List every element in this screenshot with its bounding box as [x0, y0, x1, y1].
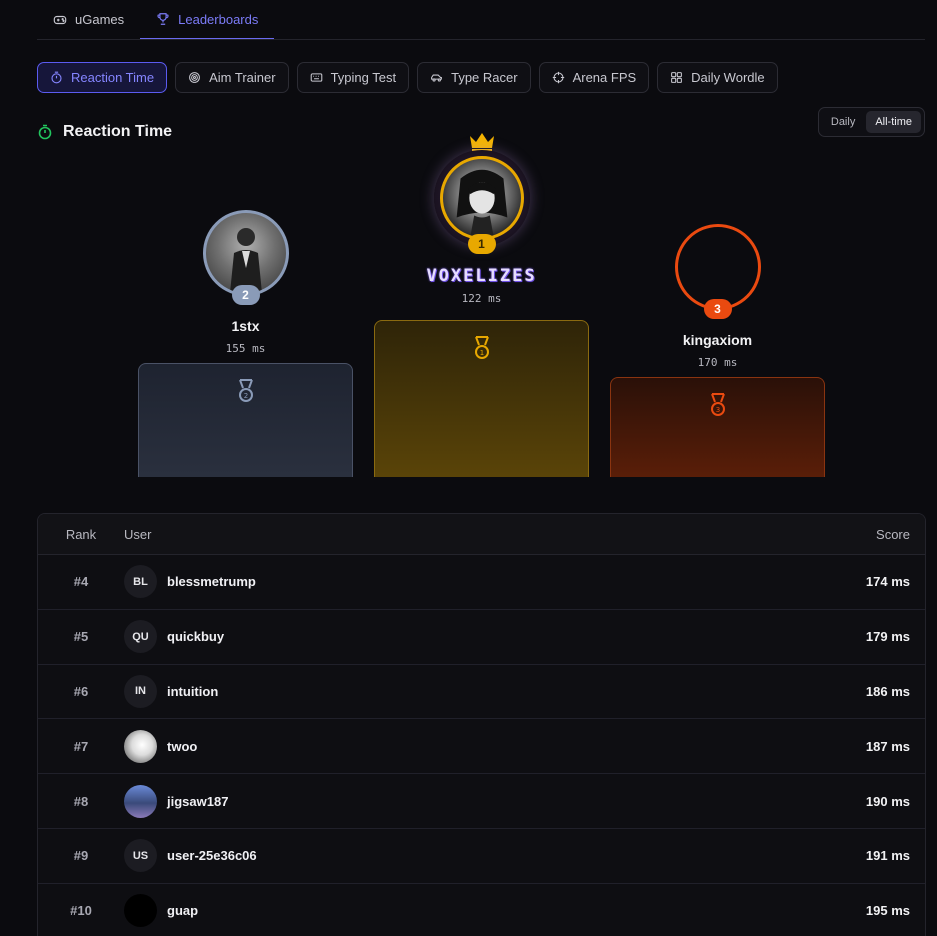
rank-badge: 2	[231, 285, 260, 305]
keyboard-icon	[310, 73, 322, 82]
avatar	[124, 729, 157, 763]
top-nav: uGames Leaderboards	[37, 0, 925, 40]
tab-label: Reaction Time	[71, 70, 155, 85]
tab-label: Arena FPS	[572, 70, 637, 85]
header-user: User	[124, 526, 152, 542]
nav-ugames-label: uGames	[75, 12, 125, 27]
podium-score: 122 ms	[461, 292, 502, 305]
tab-type-racer[interactable]: Type Racer	[417, 62, 531, 93]
avatar: BL	[124, 565, 157, 599]
nav-leaderboards[interactable]: Leaderboards	[140, 0, 275, 39]
podium-name[interactable]: kingaxiom	[610, 332, 825, 348]
svg-text:1: 1	[479, 349, 483, 357]
tab-label: Daily Wordle	[691, 70, 765, 85]
row-username[interactable]: twoo	[167, 739, 197, 754]
podium-block-second: 2	[138, 363, 353, 477]
podium-third: 3 kingaxiom 170 ms	[610, 224, 825, 369]
row-username[interactable]: quickbuy	[167, 629, 224, 644]
table-row[interactable]: #5 QU quickbuy 179 ms	[38, 610, 925, 665]
row-rank: #8	[73, 793, 89, 809]
tab-label: Type Racer	[451, 70, 518, 85]
avatar: IN	[124, 674, 157, 708]
podium-name[interactable]: VOXELIZES	[374, 266, 589, 286]
gamepad-icon	[53, 15, 67, 24]
crown-icon	[469, 133, 494, 152]
leaderboard-page: uGames Leaderboards Reaction Time Aim Tr…	[0, 0, 937, 936]
avatar	[124, 784, 157, 818]
car-icon	[431, 74, 442, 82]
avatar[interactable]: 3	[674, 224, 761, 319]
nav-ugames[interactable]: uGames	[37, 0, 140, 39]
row-username[interactable]: blessmetrump	[167, 574, 256, 589]
table-row[interactable]: #10 guap 195 ms	[38, 884, 925, 936]
medal-icon: 3	[710, 393, 725, 416]
row-username[interactable]: guap	[167, 903, 198, 918]
header-score: Score	[876, 526, 910, 542]
row-score: 191 ms	[865, 848, 910, 864]
crosshair-icon	[552, 71, 564, 84]
avatar: US	[124, 839, 157, 873]
podium-second: 2 1stx 155 ms	[138, 210, 353, 355]
medal-icon: 1	[474, 336, 489, 359]
game-tabs: Reaction Time Aim Trainer Typing Test Ty…	[37, 62, 925, 93]
tab-label: Typing Test	[330, 70, 397, 85]
table-row[interactable]: #7 twoo 187 ms	[38, 719, 925, 775]
table-row[interactable]: #4 BL blessmetrump 174 ms	[38, 555, 925, 610]
row-rank: #5	[73, 629, 89, 645]
podium-block-first: 1	[374, 320, 589, 477]
row-score: 179 ms	[865, 629, 910, 645]
row-rank: #6	[73, 683, 89, 699]
svg-text:3: 3	[715, 406, 719, 414]
tab-aim-trainer[interactable]: Aim Trainer	[175, 62, 289, 93]
podium-score: 155 ms	[225, 342, 266, 355]
table-row[interactable]: #9 US user-25e36c06 191 ms	[38, 829, 925, 884]
row-score: 174 ms	[865, 574, 910, 590]
rank-badge: 1	[467, 234, 496, 254]
podium-first: 1 VOXELIZES 122 ms	[374, 130, 589, 305]
avatar	[124, 894, 157, 928]
row-rank: #4	[73, 574, 89, 590]
grid-icon	[671, 72, 683, 83]
rank-badge: 3	[703, 299, 732, 319]
table-row[interactable]: #6 IN intuition 186 ms	[38, 665, 925, 720]
stopwatch-icon	[51, 71, 62, 84]
leaderboard-table: Rank User Score #4 BL blessmetrump 174 ms…	[37, 513, 926, 936]
row-score: 195 ms	[865, 903, 910, 919]
svg-text:2: 2	[243, 392, 247, 400]
nav-leaderboards-label: Leaderboards	[178, 11, 259, 27]
row-rank: #9	[73, 848, 89, 864]
anime-portrait-icon	[456, 169, 507, 237]
podium-block-third: 3	[610, 377, 825, 477]
row-rank: #10	[70, 903, 92, 919]
trophy-icon	[157, 13, 169, 25]
podium-score: 170 ms	[697, 356, 738, 369]
target-icon	[189, 72, 200, 83]
avatar[interactable]: 1	[433, 150, 530, 254]
tab-daily-wordle[interactable]: Daily Wordle	[657, 62, 778, 93]
row-score: 187 ms	[865, 738, 910, 754]
row-score: 186 ms	[865, 683, 910, 699]
row-score: 190 ms	[865, 793, 910, 809]
header-rank: Rank	[65, 526, 97, 542]
table-row[interactable]: #8 jigsaw187 190 ms	[38, 774, 925, 829]
tab-reaction-time[interactable]: Reaction Time	[37, 62, 168, 93]
podium-name[interactable]: 1stx	[138, 318, 353, 334]
row-username[interactable]: user-25e36c06	[167, 848, 257, 863]
avatar: QU	[124, 620, 157, 654]
podium: 2 1stx 155 ms 1 VOXELIZES 122 ms 3 kinga…	[0, 125, 937, 477]
tab-typing-test[interactable]: Typing Test	[296, 62, 410, 93]
tab-label: Aim Trainer	[209, 70, 276, 85]
row-username[interactable]: intuition	[167, 684, 218, 699]
avatar[interactable]: 2	[202, 210, 289, 305]
medal-icon: 2	[238, 379, 253, 402]
person-portrait-icon	[229, 228, 262, 293]
table-header: Rank User Score	[38, 514, 925, 555]
row-username[interactable]: jigsaw187	[167, 794, 228, 809]
tab-arena-fps[interactable]: Arena FPS	[538, 62, 650, 93]
row-rank: #7	[73, 738, 89, 754]
